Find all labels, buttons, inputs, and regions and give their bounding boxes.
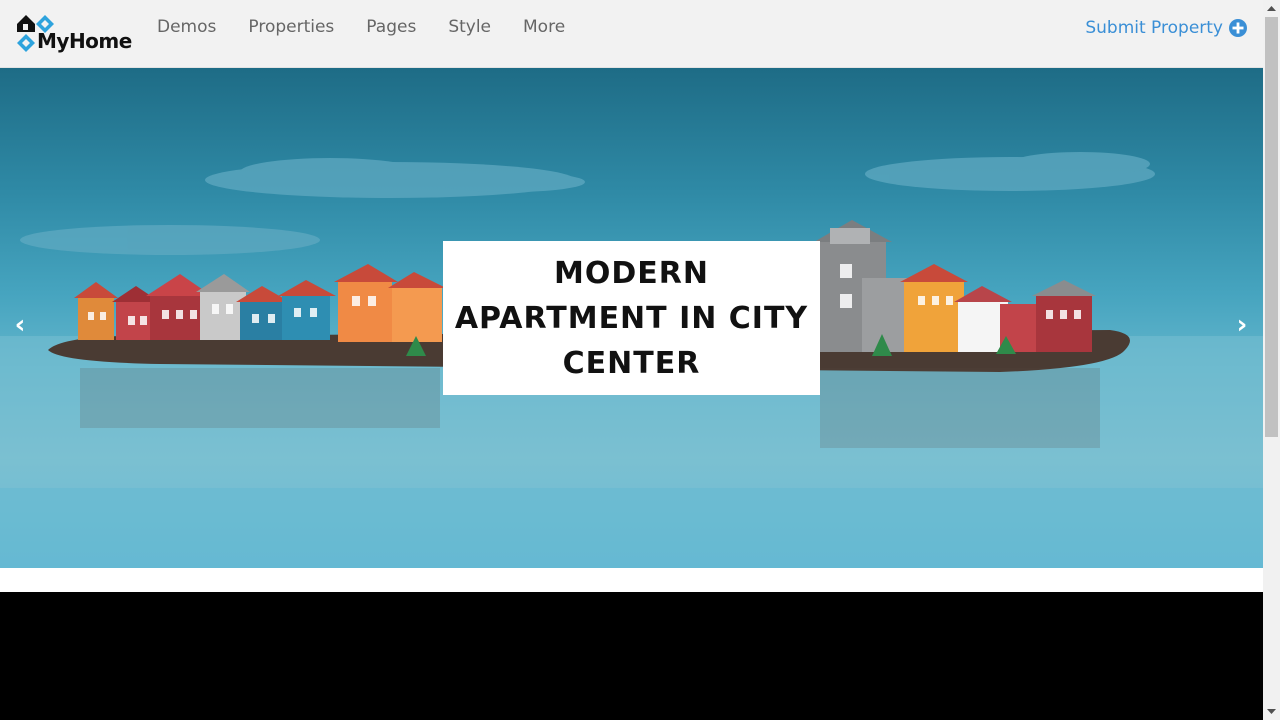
logo[interactable]: MyHome bbox=[16, 14, 132, 56]
plus-circle-icon bbox=[1229, 18, 1247, 37]
dark-section bbox=[0, 592, 1263, 720]
nav-item-more[interactable]: More bbox=[507, 0, 581, 55]
scrollbar-thumb[interactable] bbox=[1265, 17, 1278, 437]
nav-item-style[interactable]: Style bbox=[432, 0, 507, 55]
main-nav: Demos Properties Pages Style More bbox=[141, 0, 581, 55]
hero-slider: MODERN APARTMENT IN CITY CENTER ‹ › bbox=[0, 68, 1263, 568]
scroll-down-icon[interactable] bbox=[1263, 703, 1280, 720]
nav-item-pages[interactable]: Pages bbox=[350, 0, 432, 55]
site-header: MyHome Demos Properties Pages Style More… bbox=[0, 0, 1263, 68]
scroll-up-icon[interactable] bbox=[1263, 0, 1280, 17]
page-scrollbar[interactable] bbox=[1263, 0, 1280, 720]
submit-property-label: Submit Property bbox=[1085, 17, 1223, 38]
slider-next-arrow[interactable]: › bbox=[1230, 308, 1254, 342]
hero-caption: MODERN APARTMENT IN CITY CENTER bbox=[454, 255, 809, 381]
logo-text: MyHome bbox=[37, 29, 132, 53]
nav-item-properties[interactable]: Properties bbox=[232, 0, 350, 55]
page: MyHome Demos Properties Pages Style More… bbox=[0, 0, 1263, 720]
slider-prev-arrow[interactable]: ‹ bbox=[8, 308, 32, 342]
nav-item-demos[interactable]: Demos bbox=[141, 0, 232, 55]
section-spacer bbox=[0, 568, 1263, 592]
submit-property-button[interactable]: Submit Property bbox=[1085, 0, 1247, 55]
hero-caption-box[interactable]: MODERN APARTMENT IN CITY CENTER bbox=[443, 241, 820, 395]
